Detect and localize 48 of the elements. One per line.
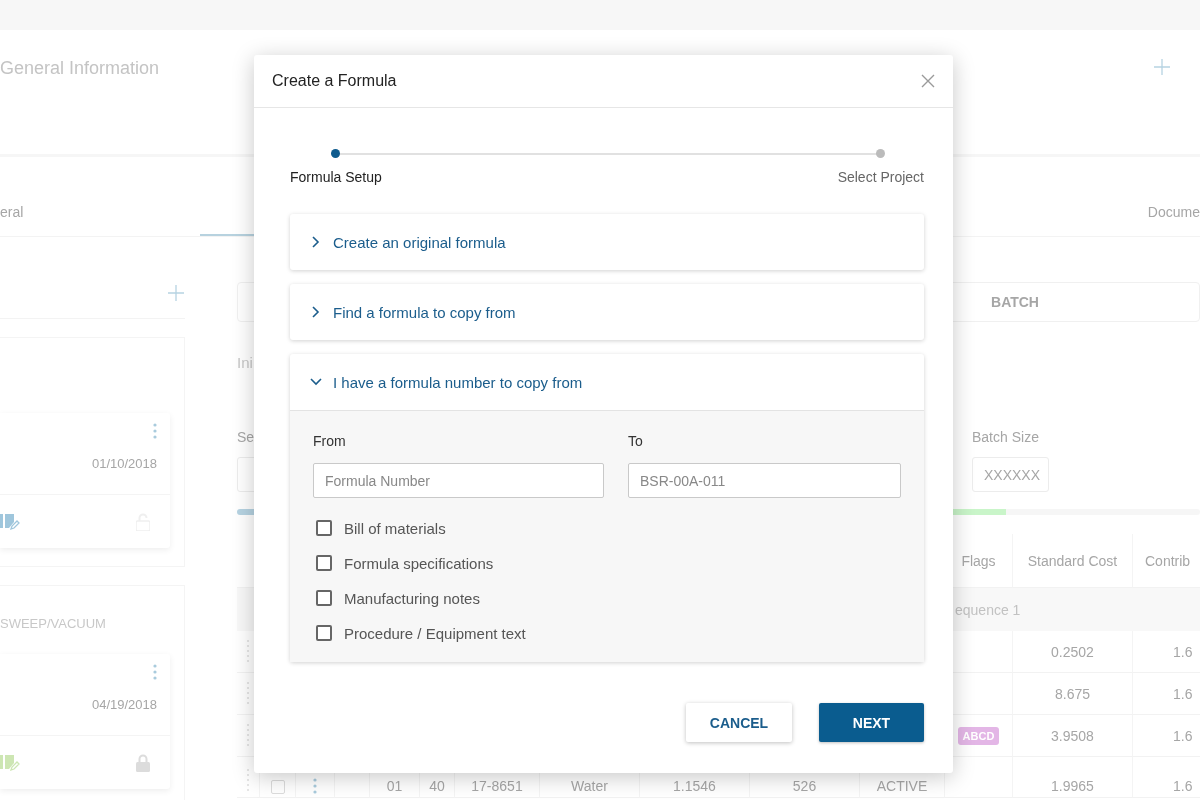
checkbox[interactable]: [316, 590, 332, 606]
table-cell: 1.6: [1133, 631, 1200, 673]
table-cell: 1.6: [1133, 673, 1200, 715]
checkbox[interactable]: [316, 625, 332, 641]
section-title: General Information: [0, 58, 160, 79]
card-date: 04/19/2018: [91, 697, 157, 712]
step-label[interactable]: Formula Setup: [290, 169, 382, 185]
more-icon[interactable]: [313, 778, 317, 794]
more-icon[interactable]: [153, 664, 157, 680]
step-label[interactable]: Select Project: [837, 169, 924, 185]
plus-icon[interactable]: [1153, 58, 1171, 76]
chevron-down-icon[interactable]: [310, 378, 322, 386]
flag-badge: ABCD: [957, 726, 1000, 745]
field-label: Se: [237, 429, 255, 447]
checkbox-label[interactable]: Formula specifications: [344, 554, 494, 572]
close-icon[interactable]: [921, 74, 935, 88]
plus-icon[interactable]: [167, 284, 185, 302]
field-label: To: [628, 433, 644, 451]
accordion-header[interactable]: Find a formula to copy from: [333, 303, 516, 321]
table-cell: 8.675: [1013, 673, 1133, 715]
input-field[interactable]: BSR-00A-011: [628, 463, 901, 498]
table-cell: 0.2502: [1013, 631, 1133, 673]
chevron-right-icon[interactable]: [312, 236, 320, 248]
cancel-button[interactable]: CANCEL: [686, 703, 792, 742]
chevron-right-icon[interactable]: [312, 306, 320, 318]
dialog-title: Create a Formula: [272, 72, 397, 90]
field-label: Batch Size: [972, 429, 1039, 447]
checkbox-label[interactable]: Manufacturing notes: [344, 589, 480, 607]
step-dot[interactable]: [876, 149, 886, 158]
field-label: From: [313, 433, 347, 451]
checkbox[interactable]: [316, 520, 332, 536]
next-button[interactable]: NEXT: [819, 703, 924, 742]
step-dot[interactable]: [331, 149, 341, 158]
document-edit-icon[interactable]: [0, 753, 20, 772]
checkbox[interactable]: [316, 555, 332, 571]
input-field[interactable]: Formula Number: [313, 463, 604, 498]
lock-icon[interactable]: [136, 753, 150, 772]
table-cell: 1.9965: [1013, 757, 1133, 798]
checkbox-label[interactable]: Bill of materials: [344, 519, 446, 537]
accordion-header[interactable]: I have a formula number to copy from: [333, 373, 583, 391]
table-cell: 1.6: [1133, 715, 1200, 757]
accordion-header[interactable]: Create an original formula: [333, 233, 506, 251]
table-cell: 1.6: [1133, 757, 1200, 798]
tab-indicator: [200, 234, 257, 236]
document-edit-icon[interactable]: [0, 512, 20, 531]
card-date: 01/10/2018: [91, 456, 157, 471]
more-icon[interactable]: [153, 423, 157, 439]
table-cell: 3.9508: [1013, 715, 1133, 757]
